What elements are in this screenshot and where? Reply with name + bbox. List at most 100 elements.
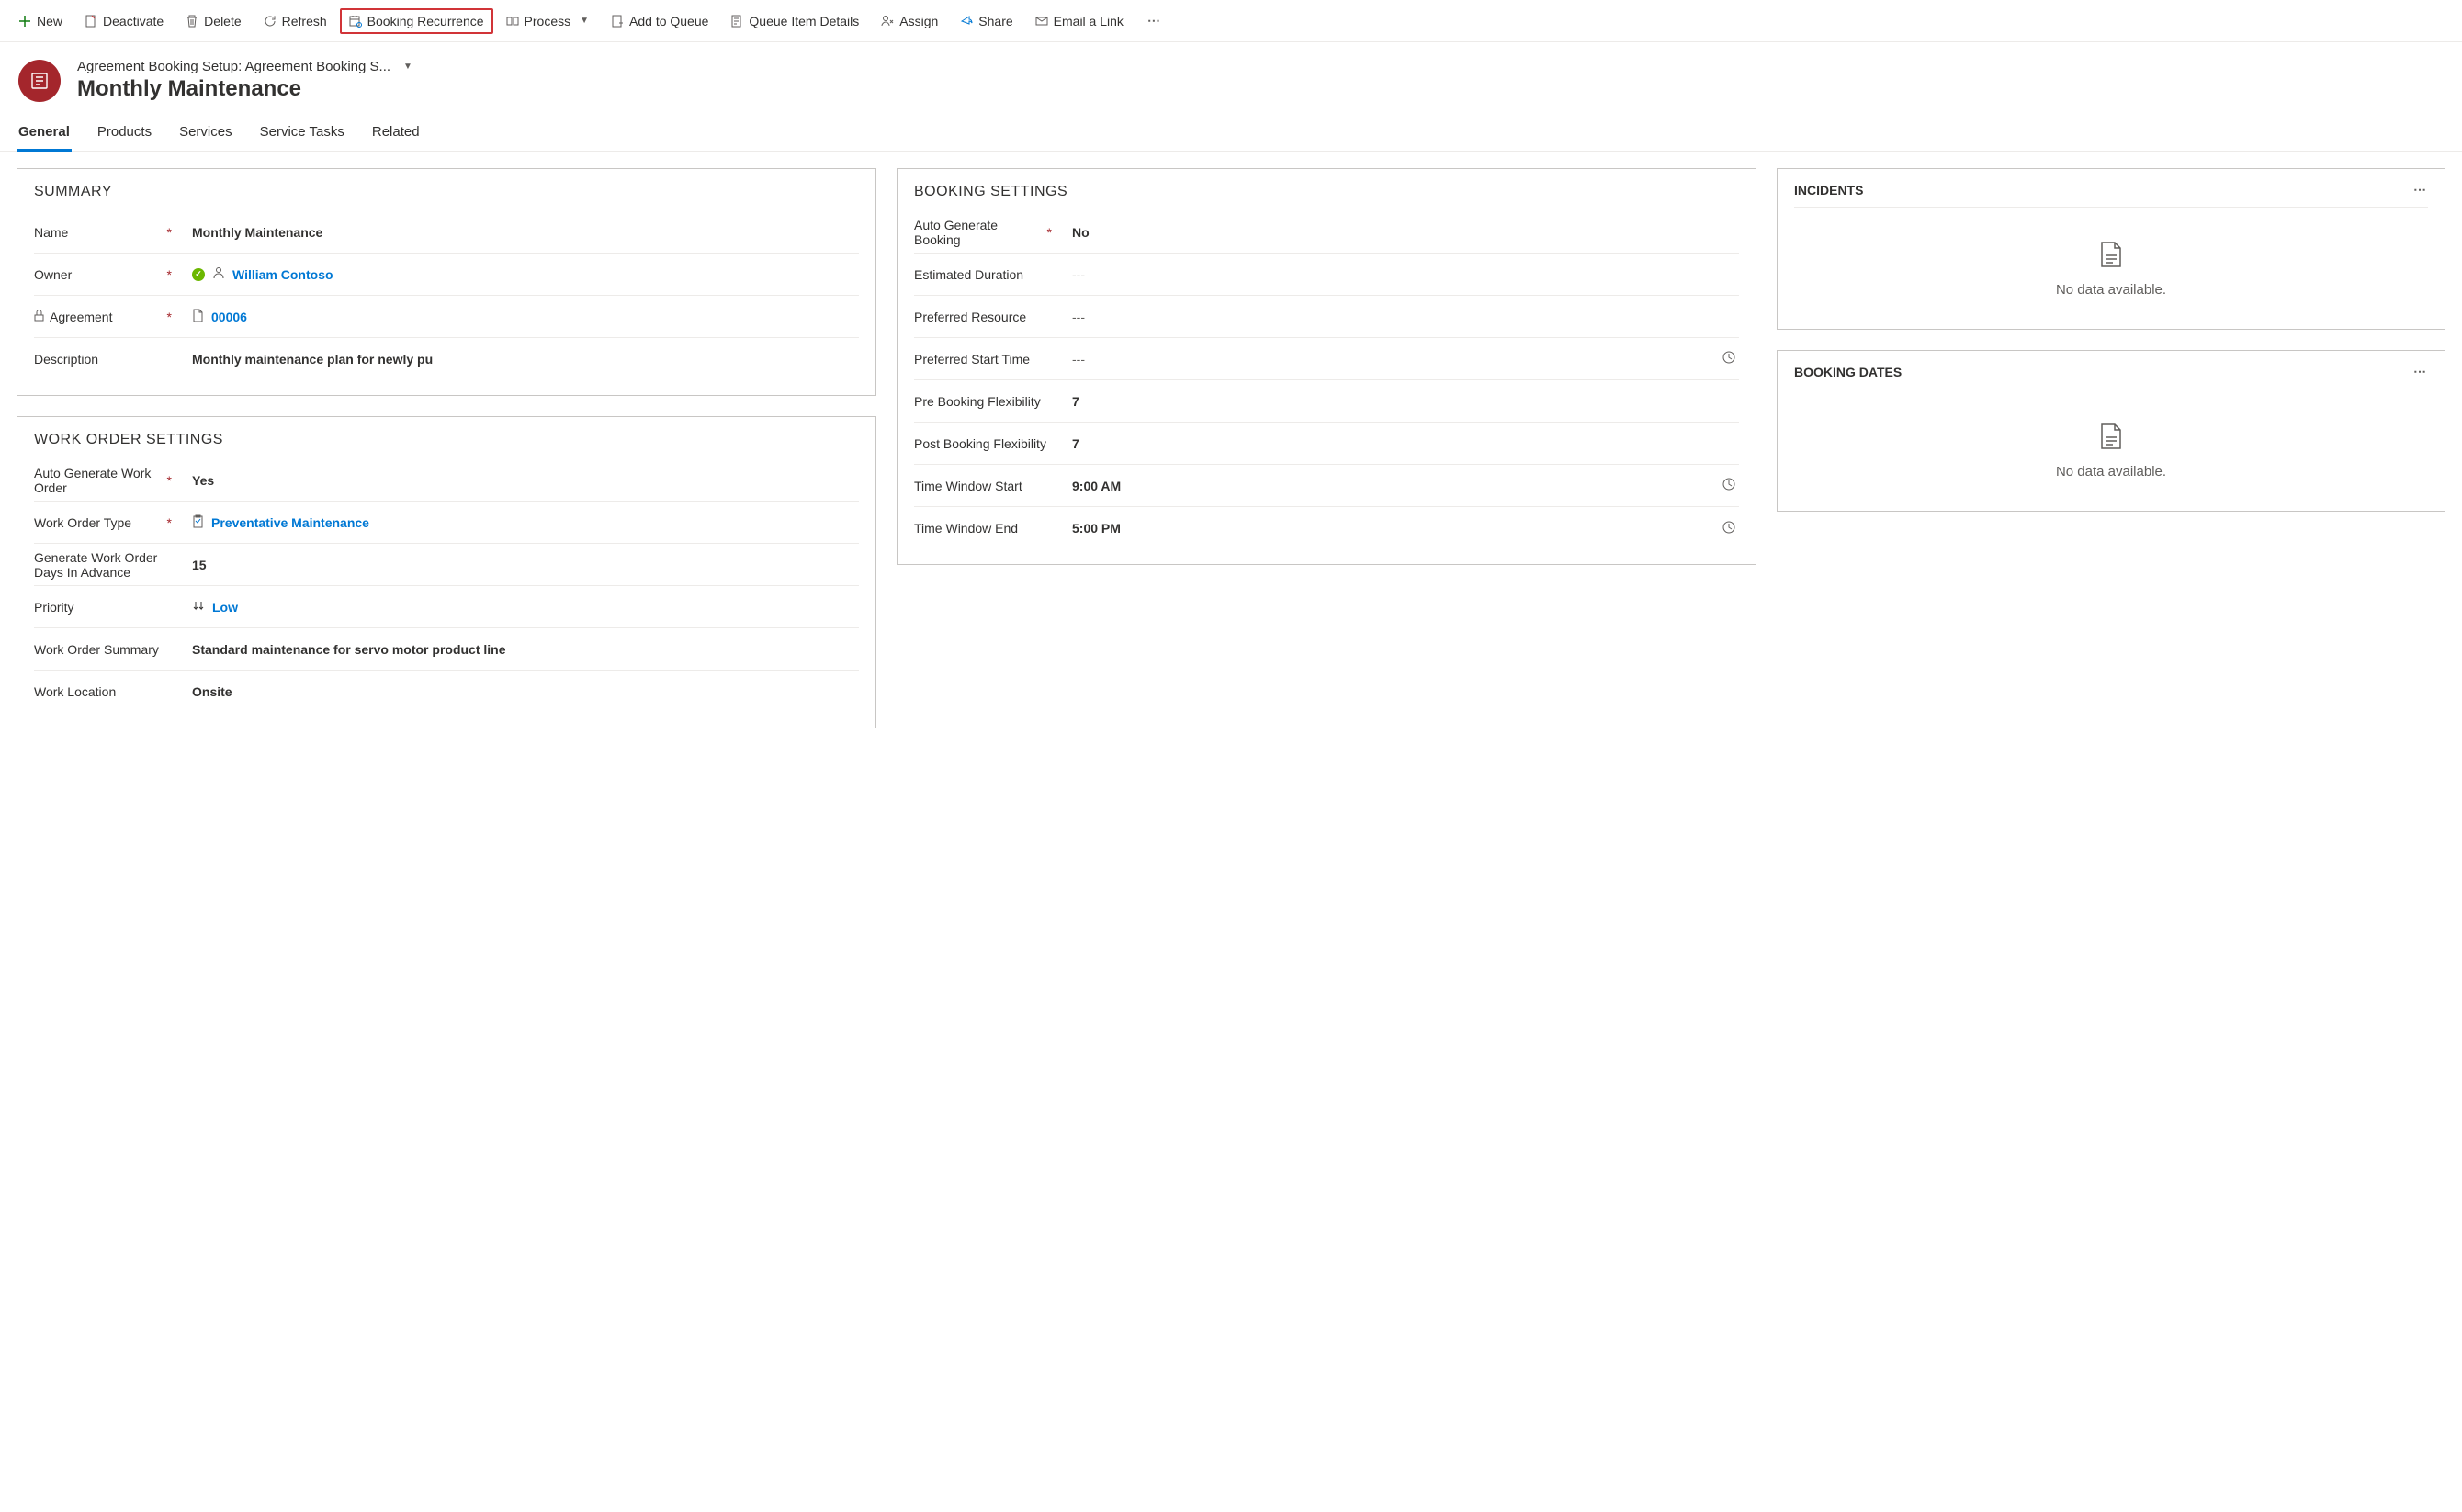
field-pre-flexibility[interactable]: Pre Booking Flexibility 7 xyxy=(914,380,1739,423)
assign-label: Assign xyxy=(899,14,938,28)
tab-related[interactable]: Related xyxy=(370,115,422,151)
field-post-flexibility[interactable]: Post Booking Flexibility 7 xyxy=(914,423,1739,465)
work-order-settings-card: WORK ORDER SETTINGS Auto Generate Work O… xyxy=(17,416,876,728)
tab-general[interactable]: General xyxy=(17,115,72,151)
required-indicator: * xyxy=(1047,225,1052,240)
no-data-text: No data available. xyxy=(2056,464,2166,480)
no-data-state: No data available. xyxy=(1794,222,2428,316)
field-days-advance[interactable]: Generate Work Order Days In Advance 15 xyxy=(34,544,859,586)
field-label: Post Booking Flexibility xyxy=(914,436,1061,451)
required-indicator: * xyxy=(167,267,172,282)
field-wo-type[interactable]: Work Order Type * Preventative Maintenan… xyxy=(34,502,859,544)
new-button[interactable]: New xyxy=(9,8,72,34)
breadcrumb[interactable]: Agreement Booking Setup: Agreement Booki… xyxy=(77,59,412,74)
field-label: Auto Generate Work Order * xyxy=(34,466,181,495)
chevron-down-icon: ▼ xyxy=(403,62,412,72)
priority-low-icon xyxy=(192,599,205,615)
tab-products[interactable]: Products xyxy=(96,115,153,151)
queue-details-label: Queue Item Details xyxy=(749,14,859,28)
field-label: Work Location xyxy=(34,684,181,699)
field-preferred-start-time[interactable]: Preferred Start Time --- xyxy=(914,338,1739,380)
incidents-panel: INCIDENTS ⋯ No data available. xyxy=(1777,168,2445,330)
delete-label: Delete xyxy=(204,14,241,28)
field-label: Pre Booking Flexibility xyxy=(914,394,1061,409)
required-indicator: * xyxy=(167,225,172,240)
booking-settings-card: BOOKING SETTINGS Auto Generate Booking *… xyxy=(897,168,1756,565)
person-icon xyxy=(212,266,225,282)
required-indicator: * xyxy=(167,310,172,324)
field-label: Generate Work Order Days In Advance xyxy=(34,550,181,580)
field-name[interactable]: Name * Monthly Maintenance xyxy=(34,211,859,254)
field-value: Preventative Maintenance xyxy=(181,514,859,531)
clipboard-icon xyxy=(192,514,204,531)
field-value: 9:00 AM xyxy=(1061,478,1739,493)
add-to-queue-button[interactable]: Add to Queue xyxy=(602,8,717,34)
middle-column: BOOKING SETTINGS Auto Generate Booking *… xyxy=(897,168,1756,565)
process-icon xyxy=(506,15,519,28)
tab-bar: General Products Services Service Tasks … xyxy=(0,115,2462,152)
document-empty-icon xyxy=(2099,423,2123,453)
share-button[interactable]: Share xyxy=(951,8,1022,34)
field-estimated-duration[interactable]: Estimated Duration --- xyxy=(914,254,1739,296)
priority-link[interactable]: Low xyxy=(212,600,238,615)
deactivate-button[interactable]: Deactivate xyxy=(75,8,173,34)
command-bar: New Deactivate Delete Refresh Booking Re… xyxy=(0,0,2462,42)
queue-details-icon xyxy=(730,15,743,28)
email-link-button[interactable]: Email a Link xyxy=(1026,8,1133,34)
field-value: Monthly Maintenance xyxy=(181,225,859,240)
wo-type-link[interactable]: Preventative Maintenance xyxy=(211,515,369,530)
field-preferred-resource[interactable]: Preferred Resource --- xyxy=(914,296,1739,338)
content-area: SUMMARY Name * Monthly Maintenance Owner… xyxy=(0,152,2462,745)
panel-header: BOOKING DATES ⋯ xyxy=(1794,364,2428,379)
booking-recurrence-button[interactable]: Booking Recurrence xyxy=(340,8,493,34)
field-description[interactable]: Description Monthly maintenance plan for… xyxy=(34,338,859,380)
field-time-window-end[interactable]: Time Window End 5:00 PM xyxy=(914,507,1739,549)
field-label: Work Order Type * xyxy=(34,515,181,530)
tab-service-tasks[interactable]: Service Tasks xyxy=(258,115,346,151)
field-owner[interactable]: Owner * ✓ William Contoso xyxy=(34,254,859,296)
share-label: Share xyxy=(978,14,1012,28)
booking-dates-panel: BOOKING DATES ⋯ No data available. xyxy=(1777,350,2445,512)
calendar-recurrence-icon xyxy=(349,15,362,28)
no-data-text: No data available. xyxy=(2056,282,2166,298)
field-label: Estimated Duration xyxy=(914,267,1061,282)
field-priority[interactable]: Priority Low xyxy=(34,586,859,628)
summary-title: SUMMARY xyxy=(34,184,859,200)
record-header: Agreement Booking Setup: Agreement Booki… xyxy=(0,42,2462,115)
booking-dates-title: BOOKING DATES xyxy=(1794,365,1902,379)
agreement-link[interactable]: 00006 xyxy=(211,310,247,324)
field-auto-generate-wo[interactable]: Auto Generate Work Order * Yes xyxy=(34,459,859,502)
field-label: Preferred Resource xyxy=(914,310,1061,324)
field-agreement[interactable]: Agreement * 00006 xyxy=(34,296,859,338)
assign-icon xyxy=(881,15,894,28)
field-label: Description xyxy=(34,352,181,367)
right-column: INCIDENTS ⋯ No data available. BOOKING D… xyxy=(1777,168,2445,512)
breadcrumb-text: Agreement Booking Setup: Agreement Booki… xyxy=(77,59,390,74)
process-button[interactable]: Process ▼ xyxy=(497,8,598,34)
field-wo-summary[interactable]: Work Order Summary Standard maintenance … xyxy=(34,628,859,671)
clock-icon xyxy=(1722,478,1739,493)
lock-icon xyxy=(34,310,44,324)
panel-more-button[interactable]: ⋯ xyxy=(2413,364,2428,379)
queue-add-icon xyxy=(611,15,624,28)
field-value: 15 xyxy=(181,558,859,572)
document-empty-icon xyxy=(2099,241,2123,271)
booking-settings-title: BOOKING SETTINGS xyxy=(914,184,1739,200)
field-time-window-start[interactable]: Time Window Start 9:00 AM xyxy=(914,465,1739,507)
more-commands-button[interactable]: ⋯ xyxy=(1136,7,1173,34)
delete-button[interactable]: Delete xyxy=(176,8,250,34)
refresh-button[interactable]: Refresh xyxy=(254,8,336,34)
plus-icon xyxy=(18,15,31,28)
tab-services[interactable]: Services xyxy=(177,115,234,151)
field-value: ✓ William Contoso xyxy=(181,266,859,282)
clock-icon xyxy=(1722,521,1739,536)
owner-link[interactable]: William Contoso xyxy=(232,267,333,282)
panel-more-button[interactable]: ⋯ xyxy=(2413,182,2428,197)
field-auto-generate-booking[interactable]: Auto Generate Booking * No xyxy=(914,211,1739,254)
field-label: Work Order Summary xyxy=(34,642,181,657)
field-value: 5:00 PM xyxy=(1061,521,1739,536)
queue-item-details-button[interactable]: Queue Item Details xyxy=(721,8,868,34)
process-label: Process xyxy=(525,14,571,28)
field-work-location[interactable]: Work Location Onsite xyxy=(34,671,859,713)
assign-button[interactable]: Assign xyxy=(872,8,947,34)
